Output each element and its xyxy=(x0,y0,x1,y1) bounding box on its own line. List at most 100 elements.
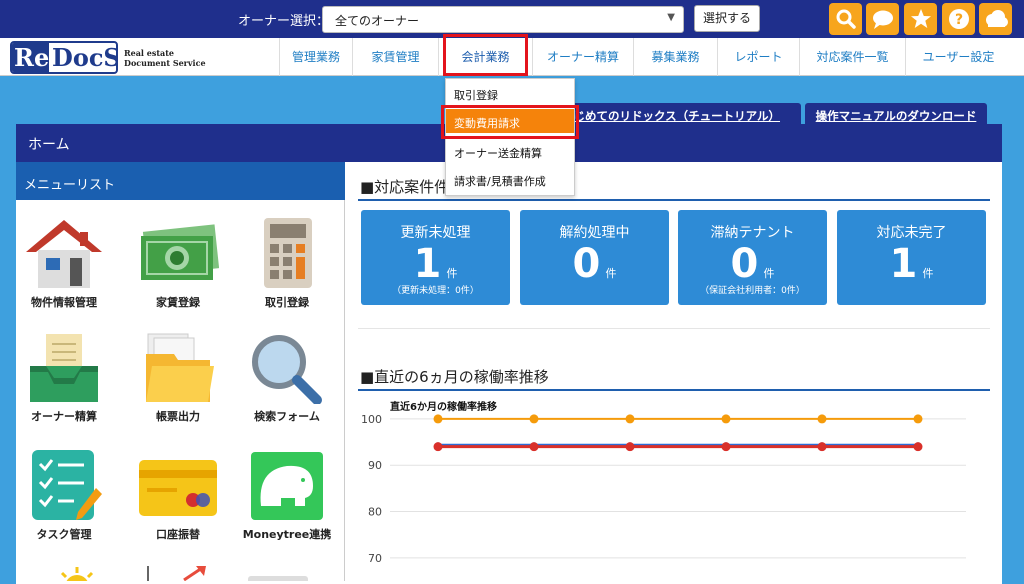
accounting-highlight xyxy=(443,34,528,76)
menu-item-property[interactable]: 物件情報管理 xyxy=(14,218,114,310)
menu-list: 物件情報管理 家賃登録 取引登録 オーナー精算 帳票出力 検索フォーム タスク管… xyxy=(16,200,345,581)
y-tick-label: 70 xyxy=(368,552,382,565)
menu-item-rent[interactable]: 家賃登録 xyxy=(128,218,228,310)
menu-item-label: 物件情報管理 xyxy=(31,296,97,309)
menu-item-label: タスク管理 xyxy=(36,528,92,541)
card-value: 1 xyxy=(413,241,442,287)
data-point[interactable] xyxy=(817,442,827,452)
variable-cost-highlight xyxy=(441,105,579,139)
occupancy-title: ■直近の6ヵ月の稼働率推移 xyxy=(360,368,549,386)
card-unit: 件 xyxy=(922,267,934,280)
owner-select-value: 全てのオーナー xyxy=(335,14,420,28)
logo[interactable]: Re DocS xyxy=(10,41,118,74)
card-value: 0 xyxy=(730,241,759,287)
chart-up-icon xyxy=(144,566,214,581)
y-tick-label: 90 xyxy=(368,459,382,472)
card-value: 1 xyxy=(889,241,918,287)
data-point[interactable] xyxy=(913,414,923,424)
case-card-arrears[interactable]: 滞納テナント 0 件 （保証会社利用者：0件） xyxy=(678,210,827,305)
help-icon[interactable]: ? xyxy=(942,3,975,35)
menu-item-label: 検索フォーム xyxy=(254,410,320,423)
occupancy-divider xyxy=(358,389,990,391)
owner-select[interactable]: 全てのオーナー ▼ xyxy=(322,6,684,33)
menu-item-moneytree[interactable]: Moneytree連携 xyxy=(237,448,337,542)
data-point[interactable] xyxy=(433,442,443,452)
menu-item-forms[interactable]: 帳票出力 xyxy=(128,332,228,424)
card-sub: （保証会社利用者：0件） xyxy=(700,286,805,296)
house-icon xyxy=(26,220,102,288)
chat-icon[interactable] xyxy=(866,3,899,35)
magnifier-icon xyxy=(252,335,322,404)
menu-item-label: Moneytree連携 xyxy=(242,528,332,541)
nav-item-management[interactable]: 管理業務 xyxy=(279,38,352,76)
card-title: 滞納テナント xyxy=(710,225,795,241)
data-point[interactable] xyxy=(913,442,923,452)
menu-item-label: 口座振替 xyxy=(156,528,200,541)
menu-item-transaction[interactable]: 取引登録 xyxy=(237,218,337,310)
data-point[interactable] xyxy=(433,414,443,424)
star-icon[interactable] xyxy=(904,3,937,35)
cases-title: ■対応案件件 xyxy=(360,178,450,196)
top-bar: オーナー選択： 全てのオーナー ▼ 選択する ? xyxy=(0,0,1024,38)
sun-icon xyxy=(52,565,102,581)
card-title: 解約処理中 xyxy=(559,225,630,241)
card-value: 0 xyxy=(572,241,601,287)
card-unit: 件 xyxy=(763,267,775,280)
menu-item-search[interactable]: 検索フォーム xyxy=(237,332,337,424)
data-point[interactable] xyxy=(625,442,635,452)
menu-item-label: 取引登録 xyxy=(265,296,309,309)
menu-item-direct-debit[interactable]: 口座振替 xyxy=(128,448,228,542)
case-card-cancellation[interactable]: 解約処理中 0 件 xyxy=(520,210,669,305)
data-point[interactable] xyxy=(817,414,827,424)
data-point[interactable] xyxy=(721,414,731,424)
data-point[interactable] xyxy=(721,442,731,452)
dropdown-item-invoice[interactable]: 請求書/見積書作成 xyxy=(446,167,574,191)
inbox-icon xyxy=(30,334,98,402)
card-unit: 件 xyxy=(446,267,458,280)
select-button[interactable]: 選択する xyxy=(694,5,760,32)
chevron-down-icon: ▼ xyxy=(667,12,675,23)
nav-item-report[interactable]: レポート xyxy=(717,38,799,76)
nav-item-recruitment[interactable]: 募集業務 xyxy=(633,38,717,76)
menu-item-label: 家賃登録 xyxy=(156,296,200,309)
menu-item-partial xyxy=(248,576,308,581)
data-point[interactable] xyxy=(529,442,539,452)
nav-item-user-settings[interactable]: ユーザー設定 xyxy=(905,38,1011,76)
nav-item-case-list[interactable]: 対応案件一覧 xyxy=(799,38,905,76)
card-title: 対応未完了 xyxy=(876,225,947,241)
money-icon xyxy=(141,224,219,280)
dropdown-item-transaction[interactable]: 取引登録 xyxy=(446,81,574,105)
logo-subtitle-line1: Real estate xyxy=(124,48,175,58)
menu-item-owner-settlement[interactable]: オーナー精算 xyxy=(14,332,114,424)
dropdown-item-owner-remittance[interactable]: オーナー送金精算 xyxy=(446,139,574,163)
logo-subtitle-line2: Document Service xyxy=(124,58,206,68)
credit-card-icon xyxy=(139,460,217,516)
data-point[interactable] xyxy=(529,414,539,424)
card-sub: （更新未処理：0件） xyxy=(392,286,479,296)
menu-list-title: メニューリスト xyxy=(16,162,345,200)
menu-item-tasks[interactable]: タスク管理 xyxy=(14,448,114,542)
calculator-icon xyxy=(264,218,312,288)
logo-subtitle: Real estate Document Service xyxy=(124,48,206,68)
cloud-icon[interactable] xyxy=(979,3,1012,35)
checklist-icon xyxy=(32,450,102,520)
section-separator xyxy=(358,328,990,329)
case-card-incomplete[interactable]: 対応未完了 1 件 xyxy=(837,210,986,305)
nav-item-owner-settlement[interactable]: オーナー精算 xyxy=(532,38,633,76)
svg-text:?: ? xyxy=(954,12,962,28)
card-unit: 件 xyxy=(605,267,617,280)
owner-select-label: オーナー選択： xyxy=(238,14,330,29)
occupancy-chart: 70 80 90 100 xyxy=(361,413,966,565)
elephant-icon xyxy=(251,452,323,520)
search-icon[interactable] xyxy=(829,3,862,35)
y-tick-label: 100 xyxy=(361,413,382,426)
cases-divider xyxy=(358,199,990,201)
y-tick-label: 80 xyxy=(368,506,382,519)
folder-icon xyxy=(146,333,214,402)
nav-item-rent[interactable]: 家賃管理 xyxy=(352,38,438,76)
card-title: 更新未処理 xyxy=(400,225,471,241)
data-point[interactable] xyxy=(625,414,635,424)
case-card-renewal[interactable]: 更新未処理 1 件 （更新未処理：0件） xyxy=(361,210,510,305)
logo-docs: DocS xyxy=(52,43,118,72)
logo-re: Re xyxy=(12,43,49,72)
